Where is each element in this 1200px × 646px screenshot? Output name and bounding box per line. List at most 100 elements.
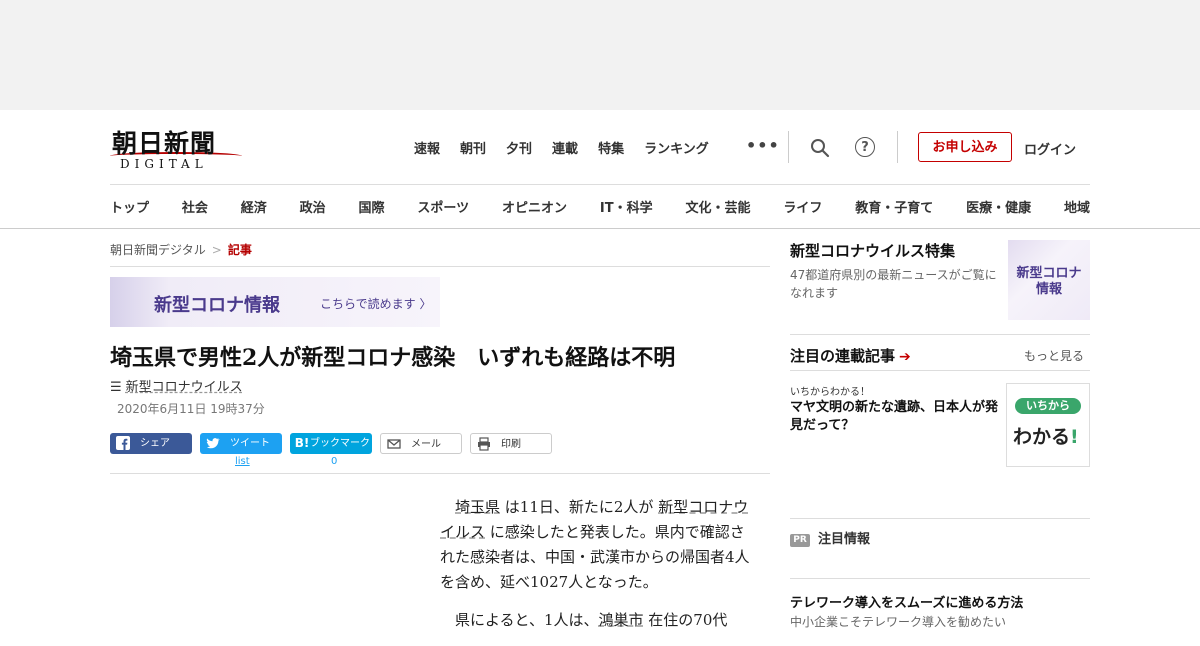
- paragraph-text: は11日、新たに2人が: [500, 498, 659, 516]
- article-headline: 埼玉県で男性2人が新型コロナ感染 いずれも経路は不明: [110, 345, 676, 371]
- feature-description: 47都道府県別の最新ニュースがご覧になれます: [790, 268, 997, 300]
- breadcrumb-home[interactable]: 朝日新聞デジタル: [110, 243, 206, 257]
- category-education[interactable]: 教育・子育て: [855, 197, 933, 216]
- more-link[interactable]: もっと見る: [1024, 347, 1084, 364]
- divider: [790, 370, 1090, 371]
- mail-share-label: メール: [411, 439, 441, 450]
- feature-title: 新型コロナウイルス特集: [790, 242, 956, 260]
- mail-icon: [387, 439, 401, 449]
- facebook-share-label: シェア: [140, 438, 170, 449]
- serial-headline[interactable]: マヤ文明の新たな遺跡、日本人が発見だって？: [790, 399, 1002, 435]
- corona-info-banner[interactable]: 新型コロナ情報 こちらで読めます 〉: [110, 277, 440, 327]
- article-tag-link[interactable]: 新型コロナウイルス: [126, 380, 243, 395]
- top-nav-item-feature[interactable]: 特集: [598, 138, 624, 157]
- twitter-share-button[interactable]: ツイート: [200, 433, 282, 454]
- divider: [110, 473, 770, 474]
- keyword-link[interactable]: 埼玉県: [455, 498, 500, 516]
- divider: [897, 131, 898, 163]
- arrow-right-icon: ➔: [899, 349, 911, 365]
- feature-thumbnail: 新型コロナ情報: [1008, 240, 1090, 320]
- pr-headline[interactable]: テレワーク導入をスムーズに進める方法: [790, 592, 1023, 611]
- paragraph-text: 在住の70代: [643, 611, 728, 629]
- category-nav: トップ 社会 経済 政治 国際 スポーツ オピニオン IT・科学 文化・芸能 ラ…: [110, 197, 1090, 216]
- category-it-science[interactable]: IT・科学: [600, 197, 653, 216]
- login-link[interactable]: ログイン: [1024, 139, 1076, 158]
- keyword-link[interactable]: 鴻巣市: [599, 611, 644, 629]
- article-paragraph: 埼玉県 は11日、新たに2人が 新型コロナウイルス に感染したと発表した。県内で…: [440, 495, 752, 595]
- category-life[interactable]: ライフ: [783, 197, 822, 216]
- print-button[interactable]: 印刷: [470, 433, 552, 454]
- serial-thumb-main-text: わかる: [1013, 426, 1071, 448]
- facebook-share-button[interactable]: シェア: [110, 433, 192, 454]
- paragraph-text: に感染したと発表した。県内で確認された感染者は、中国・武漢市からの帰国者4人を含…: [440, 523, 750, 591]
- mail-share-button[interactable]: メール: [380, 433, 462, 454]
- facebook-icon: [116, 436, 130, 450]
- chevron-right-icon: 〉: [419, 297, 432, 311]
- list-icon: ☰: [110, 380, 122, 395]
- pr-badge: PR: [790, 534, 810, 547]
- ad-space: [0, 0, 1200, 110]
- serial-title-text: 注目の連載記事: [790, 347, 896, 365]
- twitter-count[interactable]: list: [235, 456, 250, 467]
- category-international[interactable]: 国際: [359, 197, 385, 216]
- article-date: 2020年6月11日 19時37分: [117, 402, 265, 416]
- logo-main-text: 朝日新聞: [112, 129, 217, 158]
- paragraph-text: 県によると、1人は、: [455, 611, 599, 629]
- divider: [110, 184, 1090, 185]
- serial-thumbnail[interactable]: いちから わかる!: [1006, 383, 1090, 467]
- top-nav-item-evening[interactable]: 夕刊: [506, 138, 532, 157]
- pr-section-title: PR 注目情報: [790, 528, 870, 547]
- divider: [790, 518, 1090, 519]
- search-icon[interactable]: [810, 138, 830, 158]
- top-nav: 速報 朝刊 夕刊 連載 特集 ランキング: [414, 138, 729, 157]
- site-header: 朝日新聞 DIGITAL 速報 朝刊 夕刊 連載 特集 ランキング ••• ? …: [0, 110, 1200, 229]
- help-icon[interactable]: ?: [855, 137, 875, 157]
- print-label: 印刷: [501, 439, 521, 450]
- pr-label: 注目情報: [818, 532, 871, 547]
- banner-link-text: こちらで読めます: [320, 297, 416, 311]
- corona-feature-card[interactable]: 新型コロナウイルス特集 47都道府県別の最新ニュースがご覧になれます 新型コロナ…: [790, 240, 1090, 320]
- banner-link: こちらで読めます 〉: [320, 295, 432, 312]
- category-culture[interactable]: 文化・芸能: [685, 197, 750, 216]
- top-nav-item-serial[interactable]: 連載: [552, 138, 578, 157]
- serial-kicker: いちからわかる！: [790, 387, 870, 398]
- logo-sub-text: DIGITAL: [120, 157, 208, 171]
- top-nav-item-breaking[interactable]: 速報: [414, 138, 440, 157]
- hatena-bookmark-icon: B!: [294, 436, 310, 450]
- hatena-bookmark-button[interactable]: B! ブックマーク: [290, 433, 372, 454]
- serial-section-title: 注目の連載記事 ➔: [790, 345, 911, 366]
- feature-thumbnail-text: 新型コロナ情報: [1016, 266, 1082, 297]
- serial-thumb-main: わかる!: [1013, 422, 1079, 449]
- pr-subtext: 中小企業こそテレワーク導入を勧めたい: [790, 615, 1007, 629]
- breadcrumb-separator: >: [211, 243, 222, 257]
- subscribe-button[interactable]: お申し込み: [918, 132, 1012, 162]
- top-nav-item-morning[interactable]: 朝刊: [460, 138, 486, 157]
- more-menu-icon[interactable]: •••: [746, 136, 780, 155]
- hatena-bookmark-label: ブックマーク: [310, 438, 370, 449]
- article-body: 埼玉県 は11日、新たに2人が 新型コロナウイルス に感染したと発表した。県内で…: [440, 495, 752, 646]
- divider: [790, 334, 1090, 335]
- category-opinion[interactable]: オピニオン: [502, 197, 567, 216]
- site-logo[interactable]: 朝日新聞 DIGITAL: [110, 124, 242, 172]
- category-politics[interactable]: 政治: [300, 197, 326, 216]
- category-economy[interactable]: 経済: [241, 197, 267, 216]
- article-paragraph: 県によると、1人は、鴻巣市 在住の70代: [440, 608, 752, 633]
- breadcrumb: 朝日新聞デジタル > 記事: [110, 241, 252, 258]
- banner-title: 新型コロナ情報: [154, 295, 280, 316]
- twitter-share-label: ツイート: [230, 438, 270, 449]
- printer-icon: [478, 437, 490, 451]
- twitter-icon: [206, 438, 220, 449]
- serial-thumb-mark: !: [1070, 426, 1079, 448]
- article-tag-row: ☰ 新型コロナウイルス: [110, 376, 243, 395]
- category-sports[interactable]: スポーツ: [417, 197, 469, 216]
- top-nav-item-ranking[interactable]: ランキング: [644, 138, 709, 157]
- category-society[interactable]: 社会: [182, 197, 208, 216]
- divider: [110, 266, 770, 267]
- hatena-count[interactable]: 0: [331, 456, 337, 467]
- category-top[interactable]: トップ: [110, 197, 149, 216]
- category-health[interactable]: 医療・健康: [966, 197, 1031, 216]
- breadcrumb-current: 記事: [227, 243, 252, 257]
- category-local[interactable]: 地域: [1064, 197, 1090, 216]
- serial-thumb-top: いちから: [1015, 398, 1081, 414]
- divider: [790, 578, 1090, 579]
